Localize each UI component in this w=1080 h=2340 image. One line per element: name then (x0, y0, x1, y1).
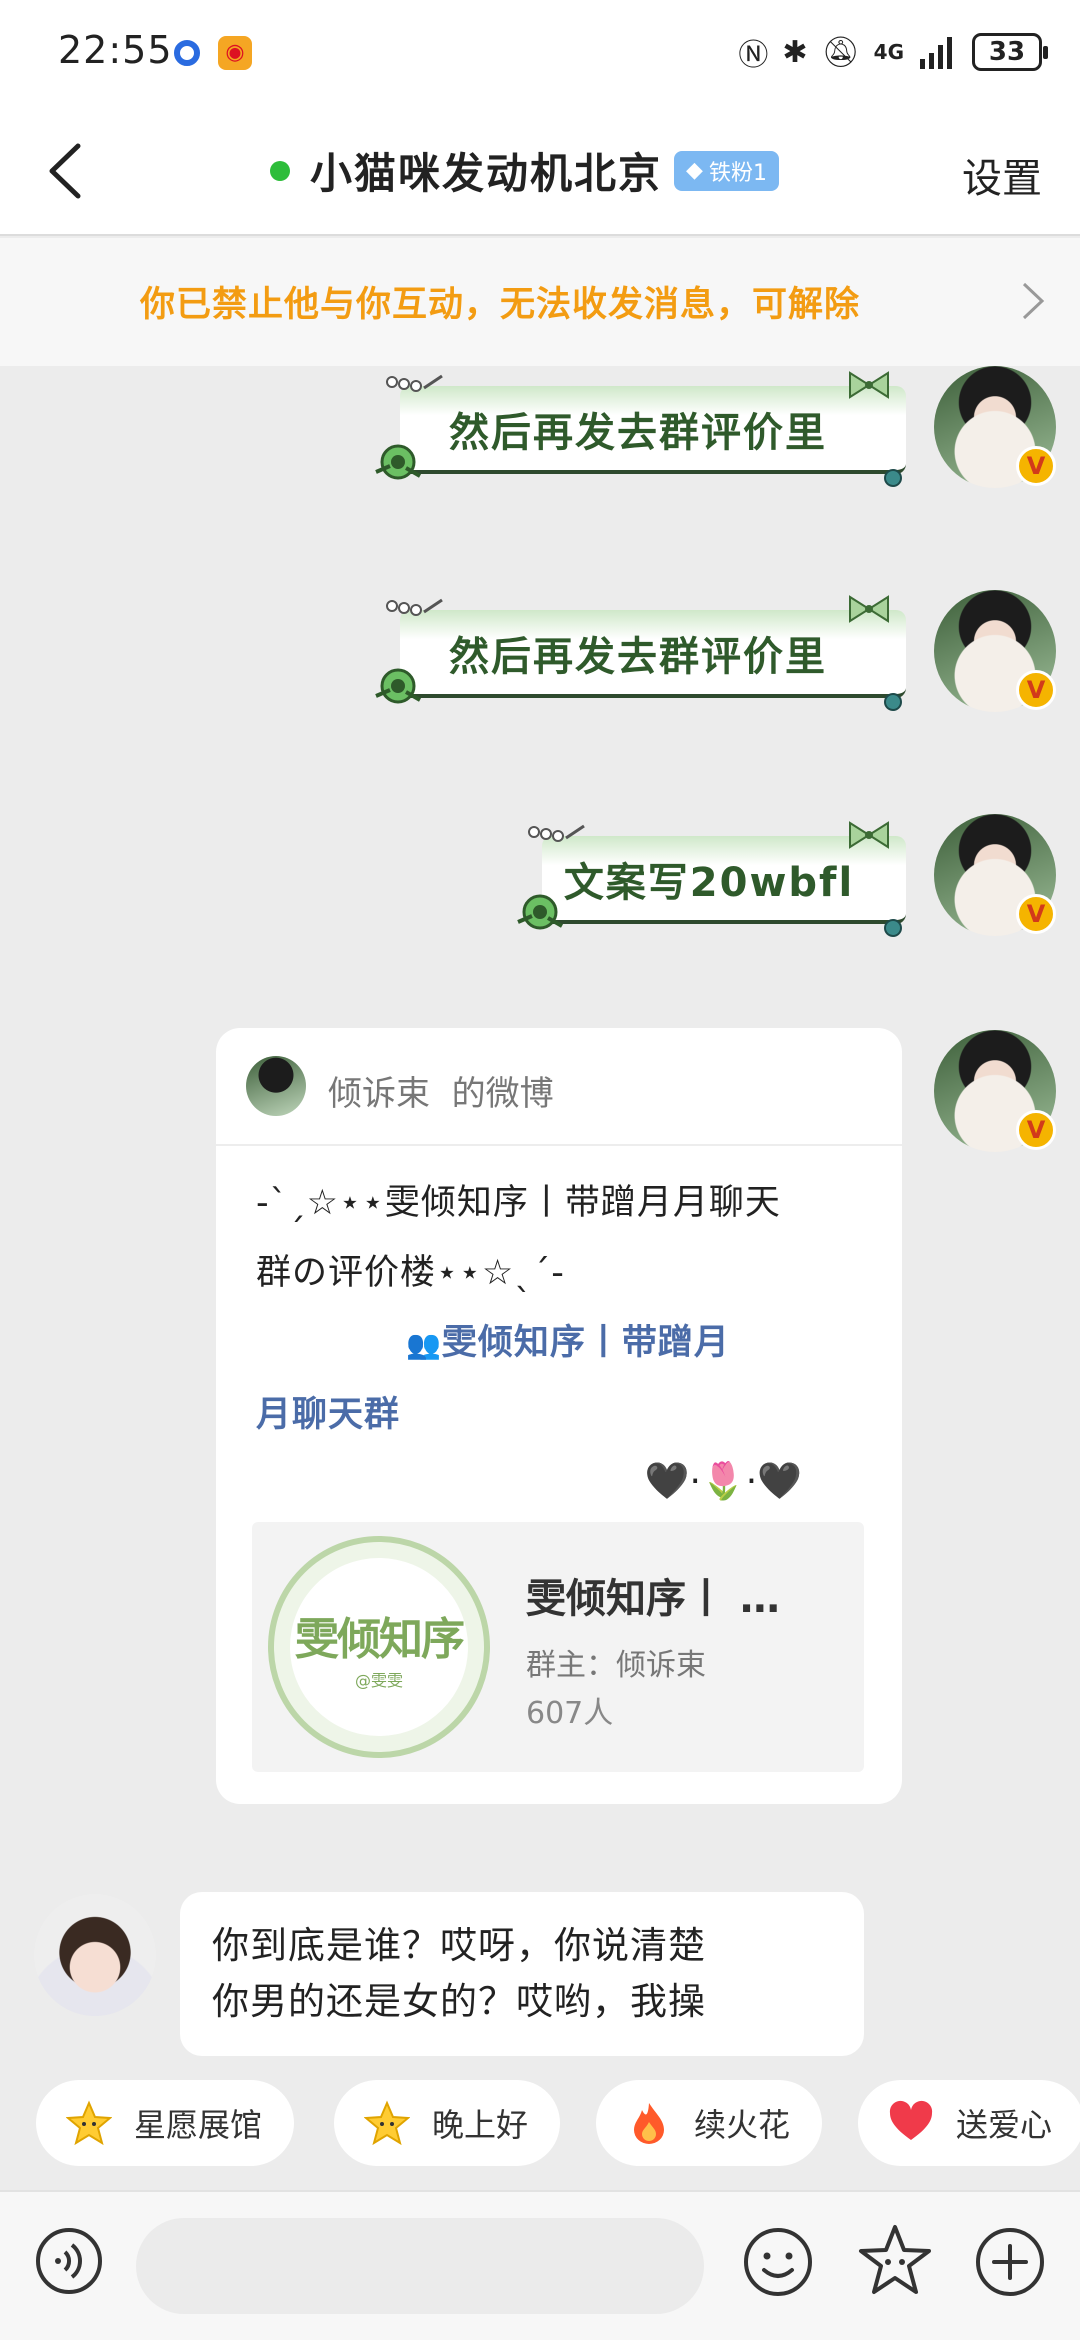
share-text-line: 群の评价楼⋆⋆☆ˎˊ- (256, 1253, 565, 1293)
quick-reply-label: 星愿展馆 (134, 2106, 263, 2144)
chat-title-group[interactable]: 小猫咪发动机北京 ◆ 铁粉1 (270, 140, 779, 201)
quick-reply-chip[interactable]: 续火花 (596, 2080, 823, 2166)
quick-reply-label: 晚上好 (432, 2106, 529, 2144)
quick-reply-label: 送爱心 (956, 2106, 1053, 2144)
message-text: 你男的还是女的？哎哟，我操 (212, 1980, 706, 2023)
share-group-link[interactable]: 👥雯倾知序丨带蹭月 (256, 1308, 866, 1380)
other-user-avatar[interactable] (34, 1894, 156, 2016)
group-preview[interactable]: 雯倾知序 @雯雯 雯倾知序丨 … 群主：倾诉束 607人 (252, 1522, 864, 1772)
fire-icon (634, 2103, 664, 2144)
quick-reply-label: 续火花 (694, 2106, 791, 2144)
rose-decoration-icon (375, 668, 421, 704)
bow-decoration-icon (849, 821, 889, 849)
plus-icon[interactable] (974, 2226, 1046, 2298)
nfc-icon: Ⓝ (738, 38, 769, 73)
rose-decoration-icon (375, 444, 421, 480)
beads-decoration-icon (386, 598, 443, 616)
group-link-text[interactable]: 月聊天群 (256, 1380, 866, 1450)
star-face-icon (66, 2100, 112, 2146)
berry-decoration-icon (884, 469, 902, 487)
message-bubble[interactable]: 文案写20wbfl (512, 818, 906, 938)
fan-level-badge: ◆ 铁粉1 (674, 150, 779, 191)
quick-reply-chip[interactable]: 星愿展馆 (36, 2080, 295, 2166)
beads-decoration-icon (386, 374, 443, 392)
diamond-icon: ◆ (686, 158, 703, 183)
heart-icon (889, 2100, 933, 2140)
group-link-text: 雯倾知序丨带蹭月 (441, 1323, 730, 1363)
star-face-icon (364, 2100, 410, 2146)
beads-decoration-icon (528, 824, 585, 842)
battery-icon: 33 (972, 33, 1048, 71)
weibo-share-card[interactable]: 倾诉束 的微博 -ˋˏ☆⋆⋆雯倾知序丨带蹭月月聊天 群の评价楼⋆⋆☆ˎˊ- 👥雯… (216, 1028, 902, 1804)
weibo-notification-icon: ◉ (218, 36, 252, 70)
incoming-message-bubble[interactable]: 你到底是谁？哎呀，你说清楚 你男的还是女的？哎哟，我操 (180, 1892, 864, 2056)
chat-header: 小猫咪发动机北京 ◆ 铁粉1 设置 (0, 106, 1080, 236)
share-author-line: 倾诉束 的微博 (328, 1066, 554, 1115)
chat-title: 小猫咪发动机北京 (310, 149, 663, 198)
my-avatar[interactable]: V (934, 590, 1056, 712)
bluetooth-icon: ✱ (782, 34, 808, 70)
group-name: 雯倾知序丨 … (526, 1576, 780, 1622)
quick-reply-row: 星愿展馆 晚上好 续火花 送爱心 (0, 2080, 1080, 2170)
share-author-suffix: 的微博 (451, 1074, 554, 1114)
verified-v-icon: V (1016, 446, 1056, 486)
blocked-notice-banner[interactable]: 你已禁止他与你互动，无法收发消息，可解除 (0, 238, 1080, 366)
group-logo-handle: @雯雯 (354, 1671, 403, 1690)
mute-icon: 🔕︎ (821, 34, 860, 70)
share-author-avatar (246, 1056, 306, 1116)
share-card-header: 倾诉束 的微博 (216, 1028, 902, 1146)
settings-button[interactable]: 设置 (962, 146, 1042, 204)
bow-decoration-icon (849, 371, 889, 399)
status-bar: 22:55 ◉ Ⓝ ✱ 🔕︎ 4G 33 (0, 0, 1080, 106)
group-member-count: 607人 (526, 1696, 614, 1731)
network-label: 4G (873, 40, 904, 64)
berry-decoration-icon (884, 693, 902, 711)
rose-decoration-icon (517, 894, 563, 930)
quick-reply-chip[interactable]: 送爱心 (858, 2080, 1080, 2166)
group-logo-text: 雯倾知序 (295, 1614, 465, 1665)
message-bubble[interactable]: 然后再发去群评价里 (370, 592, 906, 712)
share-text-line: -ˋˏ☆⋆⋆雯倾知序丨带蹭月月聊天 (256, 1183, 781, 1223)
status-icons: Ⓝ ✱ 🔕︎ 4G 33 (738, 30, 1048, 74)
message-bubble[interactable]: 然后再发去群评价里 (370, 368, 906, 488)
my-avatar[interactable]: V (934, 366, 1056, 488)
share-author-name: 倾诉束 (328, 1074, 430, 1114)
online-status-dot (270, 160, 290, 181)
group-owner: 群主：倾诉束 (526, 1648, 706, 1683)
group-logo-inner: 雯倾知序 @雯雯 (290, 1558, 468, 1736)
input-bar (0, 2190, 1080, 2340)
signal-icon (920, 37, 952, 69)
back-icon[interactable] (34, 136, 104, 206)
group-logo: 雯倾知序 @雯雯 (268, 1536, 490, 1758)
quick-reply-chip[interactable]: 晚上好 (334, 2080, 561, 2166)
hearts-decoration: 🖤·🌷·🖤 (644, 1461, 802, 1502)
fan-badge-label: 铁粉1 (708, 160, 767, 186)
message-text: 然后再发去群评价里 (449, 410, 827, 456)
notification-dot-icon (174, 40, 200, 66)
message-input[interactable] (136, 2218, 704, 2314)
message-text: 你到底是谁？哎呀，你说清楚 (212, 1924, 706, 1967)
berry-decoration-icon (884, 919, 902, 937)
bow-decoration-icon (849, 595, 889, 623)
verified-v-icon: V (1016, 670, 1056, 710)
chevron-right-icon (1022, 282, 1045, 320)
message-text: 文案写20wbfl (563, 860, 855, 906)
emoji-icon[interactable] (742, 2226, 814, 2298)
my-avatar[interactable]: V (934, 1030, 1056, 1152)
status-time: 22:55 (58, 28, 173, 72)
blocked-notice-text: 你已禁止他与你互动，无法收发消息，可解除 (140, 285, 861, 325)
group-link-icon: 👥 (406, 1328, 442, 1361)
message-text: 然后再发去群评价里 (449, 634, 827, 680)
share-card-body: -ˋˏ☆⋆⋆雯倾知序丨带蹭月月聊天 群の评价楼⋆⋆☆ˎˊ- 👥雯倾知序丨带蹭月 … (256, 1168, 866, 1450)
voice-input-icon[interactable] (34, 2226, 104, 2296)
star-sticker-icon[interactable] (856, 2222, 934, 2300)
verified-v-icon: V (1016, 894, 1056, 934)
my-avatar[interactable]: V (934, 814, 1056, 936)
verified-v-icon: V (1016, 1110, 1056, 1150)
